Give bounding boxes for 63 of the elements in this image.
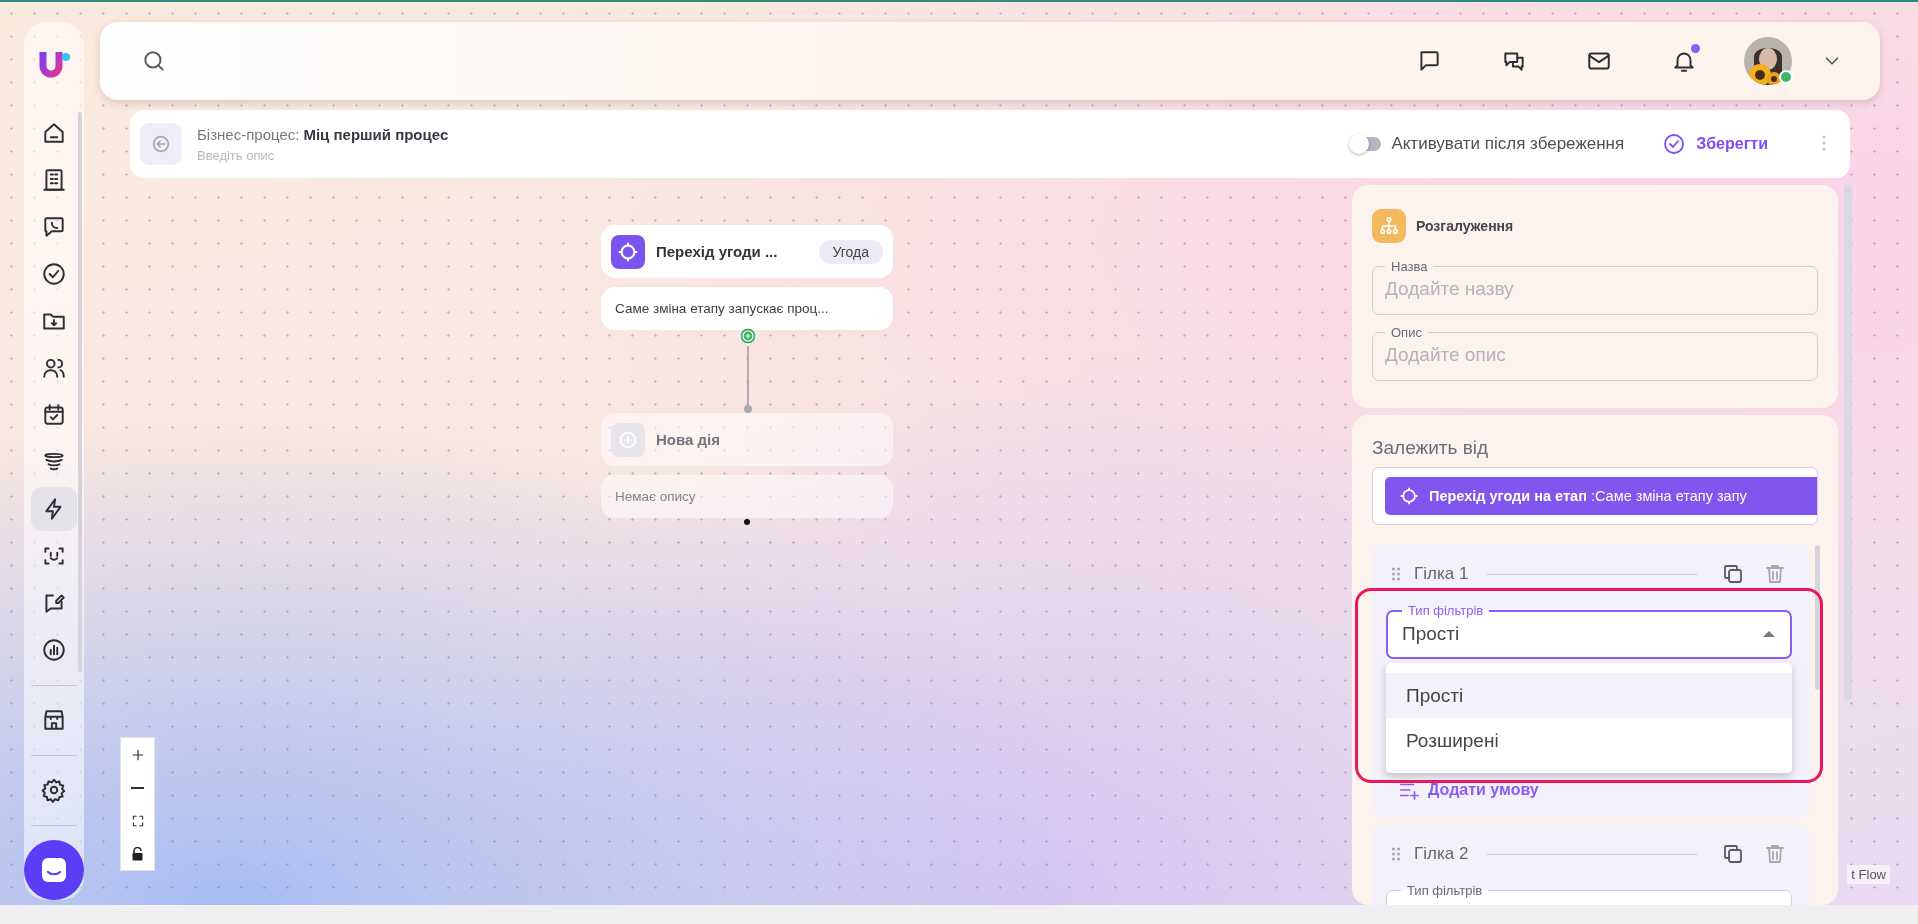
dependency-chip[interactable]: Перехід угоди на етап :Саме зміна етапу запу [1385, 477, 1817, 515]
plus-icon [739, 327, 757, 345]
minus-icon [131, 786, 144, 789]
chat-bubble-icon [41, 214, 67, 240]
caret-icon [1762, 629, 1776, 638]
node-description[interactable]: Немає опису [601, 475, 893, 518]
text-field[interactable]: Назва Додайте назву [1372, 259, 1818, 315]
nav-item[interactable] [31, 487, 77, 531]
search-icon [141, 48, 167, 74]
scrollbar[interactable] [78, 112, 82, 672]
home-icon [41, 120, 67, 146]
node-header[interactable]: Нова дія [601, 413, 893, 466]
branch-title: Гілка 1 [1414, 564, 1469, 584]
scrollbar[interactable] [1815, 545, 1820, 690]
branch-icon [1372, 209, 1406, 243]
section-label: Залежить від [1372, 437, 1490, 459]
connection-handle[interactable] [744, 519, 750, 525]
dropdown-option[interactable]: Розширені [1386, 718, 1792, 763]
plus-icon [611, 422, 645, 457]
chat-button[interactable] [24, 840, 84, 900]
node-header[interactable]: Перехід угоди ... Угода [601, 225, 893, 278]
text-field[interactable]: Опис Додайте опис [1372, 325, 1818, 381]
node-title: Нова дія [656, 431, 721, 448]
calendar-icon [41, 402, 67, 428]
more-icon [1822, 134, 1826, 151]
field-label: Назва [1390, 259, 1429, 274]
text-input[interactable]: Додайте назву [1385, 274, 1805, 304]
toggle-label: Активувати після збереження [1391, 134, 1625, 154]
process-title: Міц перший процес [303, 125, 449, 143]
trash-icon [1763, 842, 1787, 866]
save-button[interactable]: Зберегти [1662, 132, 1768, 156]
chat-icon [39, 855, 69, 885]
text-input[interactable]: Додайте опис [1385, 340, 1805, 370]
attribution-text[interactable]: t Flow [1847, 865, 1890, 884]
copy-icon [1721, 562, 1745, 586]
target-icon [611, 234, 645, 269]
panel-title: Розгалуження [1416, 218, 1514, 234]
chart-icon [41, 637, 67, 663]
filter-type-select[interactable]: Тип фільтрів Прості [1386, 603, 1792, 659]
field-label: Опис [1390, 325, 1423, 340]
field-label: Тип фільтрів [1407, 603, 1485, 618]
filter-type-select[interactable]: Тип фільтрів [1386, 883, 1792, 905]
settings-icon [41, 777, 67, 803]
scrollbar[interactable] [1844, 185, 1852, 700]
add-step-button[interactable] [739, 327, 757, 345]
check-circle-icon [1662, 132, 1687, 156]
building-icon [41, 167, 67, 193]
dropdown-option[interactable]: Прості [1386, 673, 1792, 718]
add-condition-button[interactable]: Додати умову [1398, 779, 1539, 801]
field-label: Тип фільтрів [1406, 883, 1484, 898]
node-tag: Угода [818, 239, 883, 264]
copy-icon [1721, 842, 1745, 866]
store-icon [41, 707, 67, 733]
lock-icon [131, 846, 144, 861]
trash-icon [1763, 562, 1787, 586]
title-label: Бізнес-процес: [197, 125, 300, 143]
node-title: Перехід угоди ... [656, 243, 779, 260]
fullscreen-icon [130, 813, 145, 828]
check-circle-icon [41, 261, 67, 287]
target-icon [1399, 486, 1419, 506]
branch-title: Гілка 2 [1414, 844, 1469, 864]
node-description[interactable]: Саме зміна етапу запускає проц... [601, 287, 893, 330]
dependency-field[interactable]: Перехід угоди на етап :Саме зміна етапу запу [1372, 467, 1818, 525]
